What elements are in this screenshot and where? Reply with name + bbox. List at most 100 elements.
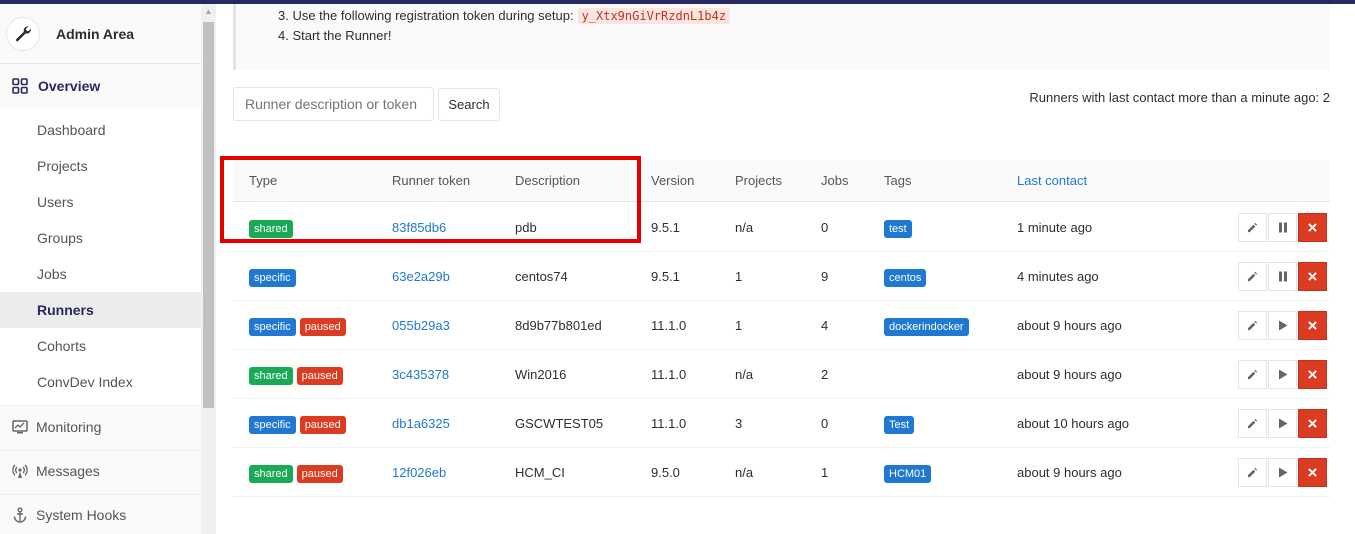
- runner-token-link[interactable]: 63e2a29b: [392, 252, 450, 301]
- runner-description: Win2016: [515, 367, 567, 382]
- pause-runner-button[interactable]: [1268, 213, 1297, 242]
- close-icon: [1308, 272, 1317, 281]
- sidebar-item-overview[interactable]: Overview: [0, 66, 201, 106]
- sidebar-content: Admin Area Overview Dashboard Projects U…: [0, 4, 201, 534]
- sidebar-item-monitoring[interactable]: Monitoring: [0, 406, 201, 446]
- sidebar-item-groups[interactable]: Groups: [0, 220, 201, 256]
- edit-runner-button[interactable]: [1238, 409, 1267, 438]
- close-icon: [1308, 321, 1317, 330]
- tag-badge: HCM01: [884, 464, 932, 483]
- runner-actions: [1238, 213, 1327, 242]
- remove-runner-button[interactable]: [1298, 213, 1327, 242]
- remove-runner-button[interactable]: [1298, 360, 1327, 389]
- runner-setup-instructions: 3. Use the following registration token …: [233, 4, 1330, 70]
- edit-runner-button[interactable]: [1238, 262, 1267, 291]
- pencil-icon: [1247, 418, 1258, 429]
- remove-runner-button[interactable]: [1298, 311, 1327, 340]
- specific-badge: specific: [249, 317, 296, 336]
- runner-token-link[interactable]: db1a6325: [392, 399, 450, 448]
- runner-token-link[interactable]: 12f026eb: [392, 448, 446, 497]
- sidebar-item-messages[interactable]: Messages: [0, 450, 201, 490]
- admin-avatar: [6, 16, 40, 51]
- runner-jobs: 2: [821, 367, 829, 382]
- sidebar-item-system-hooks[interactable]: System Hooks: [0, 494, 201, 534]
- edit-runner-button[interactable]: [1238, 311, 1267, 340]
- runner-type-cell: specific: [249, 252, 300, 301]
- column-version: Version: [651, 173, 695, 188]
- tag-badge: centos: [884, 268, 927, 287]
- runner-type-cell: specific paused: [249, 301, 350, 350]
- column-runner-token: Runner token: [392, 173, 471, 188]
- runner-projects: n/a: [735, 220, 754, 235]
- runner-last-contact: about 9 hours ago: [1017, 318, 1122, 333]
- runner-actions: [1238, 311, 1327, 340]
- runner-version: 9.5.1: [651, 220, 680, 235]
- runner-version: 9.5.0: [651, 465, 680, 480]
- registration-token[interactable]: y_Xtx9nGiVrRzdnL1b4z: [577, 8, 731, 24]
- sidebar-item-projects[interactable]: Projects: [0, 148, 201, 184]
- runner-token-link[interactable]: 3c435378: [392, 350, 449, 399]
- remove-runner-button[interactable]: [1298, 262, 1327, 291]
- table-row: specific 63e2a29b centos74 9.5.1 1 9 centos 4 m…: [233, 252, 1330, 301]
- runner-last-contact: 1 minute ago: [1017, 220, 1093, 235]
- search-button[interactable]: Search: [438, 88, 500, 121]
- scroll-up-icon[interactable]: ▲: [201, 4, 216, 20]
- sidebar-item-users[interactable]: Users: [0, 184, 201, 220]
- resume-runner-button[interactable]: [1268, 458, 1297, 487]
- tag-badge: test: [884, 219, 912, 238]
- paused-badge: paused: [299, 317, 346, 336]
- runner-version: 11.1.0: [651, 416, 687, 431]
- broadcast-icon: [12, 464, 28, 478]
- paused-badge: paused: [299, 415, 346, 434]
- paused-badge: paused: [296, 366, 343, 385]
- resume-runner-button[interactable]: [1268, 360, 1297, 389]
- runners-main: 3. Use the following registration token …: [216, 4, 1355, 534]
- pencil-icon: [1247, 369, 1258, 380]
- shared-badge: shared: [249, 366, 293, 385]
- remove-runner-button[interactable]: [1298, 409, 1327, 438]
- runner-description: centos74: [515, 269, 568, 284]
- runner-last-contact: 4 minutes ago: [1017, 269, 1099, 284]
- runner-description: HCM_CI: [515, 465, 565, 480]
- runner-version: 11.1.0: [651, 367, 687, 382]
- sidebar-scroll-thumb[interactable]: [203, 22, 214, 408]
- runner-description: pdb: [515, 220, 537, 235]
- runner-jobs: 4: [821, 318, 829, 333]
- runner-description: GSCWTEST05: [515, 416, 604, 431]
- anchor-icon: [13, 507, 27, 523]
- sidebar-item-jobs[interactable]: Jobs: [0, 256, 201, 292]
- runner-jobs: 0: [821, 220, 829, 235]
- runner-token-link[interactable]: 83f85db6: [392, 203, 446, 252]
- runner-version: 9.5.1: [651, 269, 680, 284]
- sidebar-item-convdev-index[interactable]: ConvDev Index: [0, 364, 201, 400]
- runner-projects: 3: [735, 416, 743, 431]
- runner-projects: n/a: [735, 465, 754, 480]
- runner-tags-cell: centos: [884, 252, 930, 301]
- edit-runner-button[interactable]: [1238, 458, 1267, 487]
- sidebar-item-runners[interactable]: Runners: [0, 292, 201, 328]
- runner-token-link[interactable]: 055b29a3: [392, 301, 450, 350]
- sidebar-item-dashboard[interactable]: Dashboard: [0, 112, 201, 148]
- sidebar-item-cohorts[interactable]: Cohorts: [0, 328, 201, 364]
- pause-icon: [1278, 271, 1287, 282]
- edit-runner-button[interactable]: [1238, 213, 1267, 242]
- runner-tags-cell: test: [884, 203, 916, 252]
- pencil-icon: [1247, 222, 1258, 233]
- sidebar-header[interactable]: Admin Area: [0, 4, 201, 64]
- runner-search-input[interactable]: [233, 87, 434, 121]
- grid-icon: [12, 78, 28, 94]
- column-last-contact[interactable]: Last contact: [1017, 160, 1087, 202]
- instruction-step-4: 4. Start the Runner!: [278, 28, 392, 43]
- remove-runner-button[interactable]: [1298, 458, 1327, 487]
- runner-last-contact: about 9 hours ago: [1017, 367, 1122, 382]
- resume-runner-button[interactable]: [1268, 409, 1297, 438]
- edit-runner-button[interactable]: [1238, 360, 1267, 389]
- pencil-icon: [1247, 467, 1258, 478]
- play-icon: [1278, 369, 1287, 380]
- close-icon: [1308, 223, 1317, 232]
- pause-runner-button[interactable]: [1268, 262, 1297, 291]
- column-description: Description: [515, 173, 581, 188]
- resume-runner-button[interactable]: [1268, 311, 1297, 340]
- runner-type-cell: shared paused: [249, 350, 347, 399]
- runner-type-cell: shared paused: [249, 448, 347, 497]
